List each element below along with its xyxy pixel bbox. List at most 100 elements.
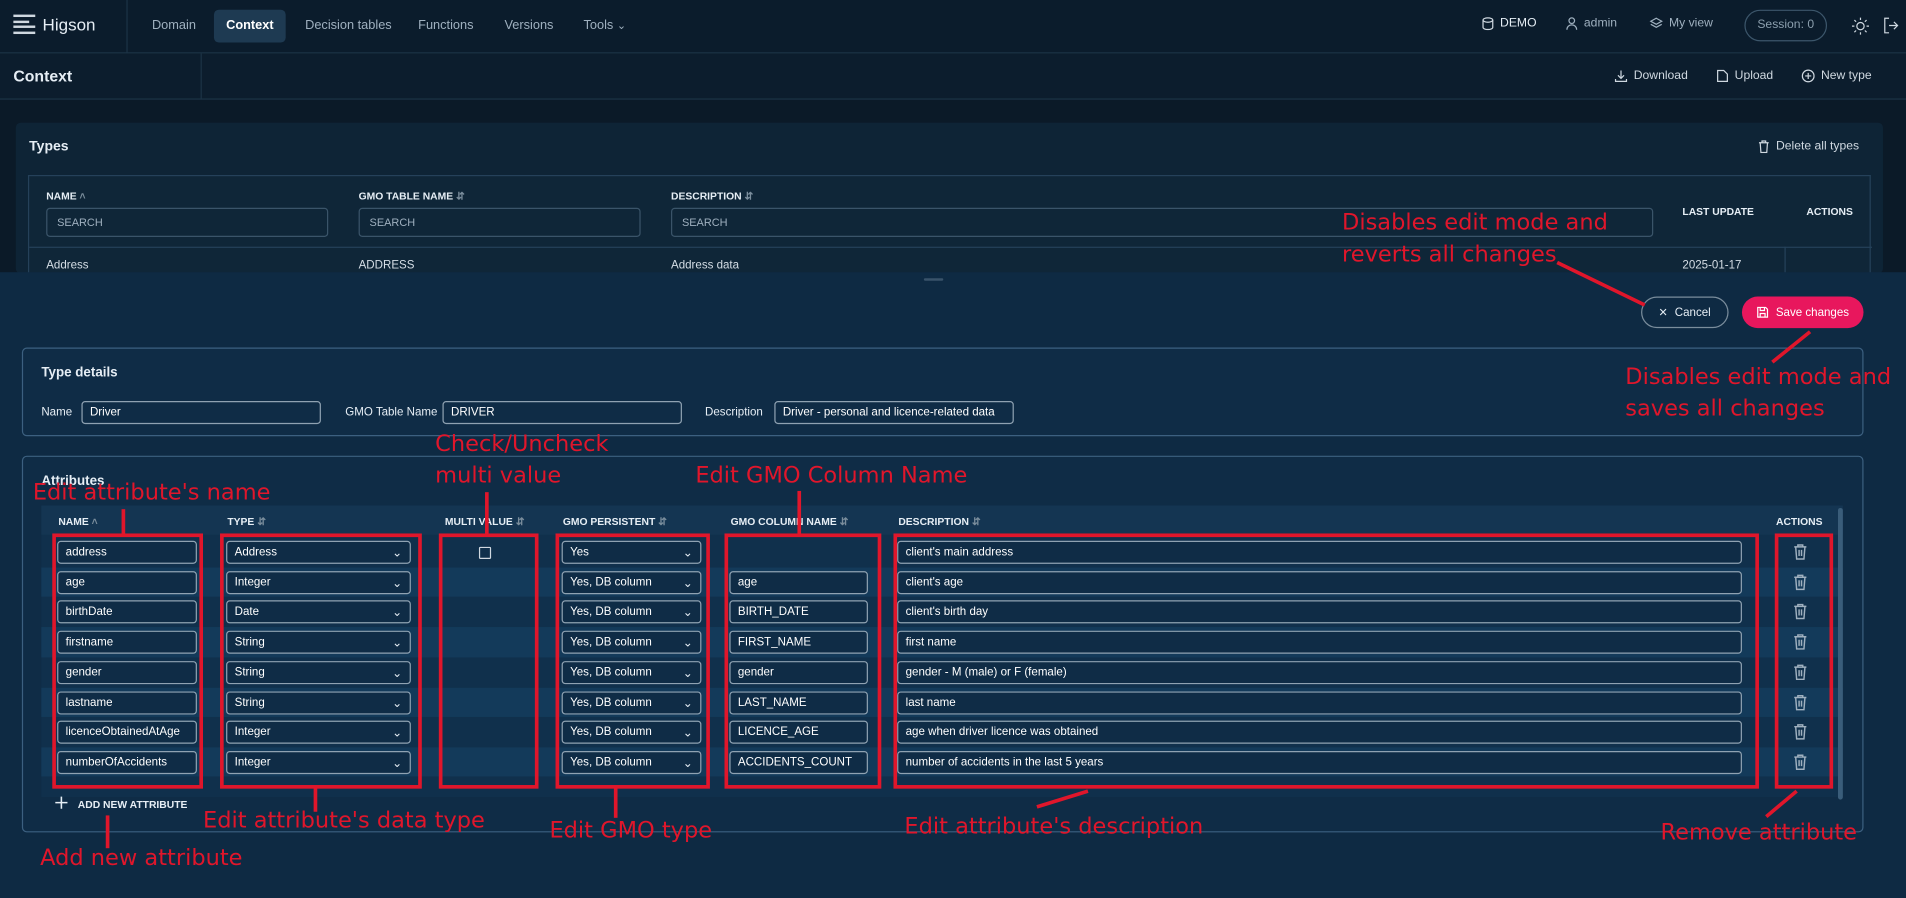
search-name-input[interactable]: SEARCH <box>46 207 329 237</box>
upload-file-icon <box>1717 69 1728 83</box>
attr-col-description-label: DESCRIPTION <box>898 515 969 528</box>
attr-col-multi-label: MULTI VALUE <box>444 515 513 528</box>
add-new-attribute-label: ADD NEW ATTRIBUTE <box>77 798 188 811</box>
annotation-cancel: Disables edit mode and reverts all change… <box>1342 210 1608 268</box>
nav-decision-tables[interactable]: Decision tables <box>293 10 404 43</box>
annotation-box-persistent <box>555 533 710 789</box>
new-type-label: New type <box>1820 69 1872 83</box>
annotation-multi: Check/Uncheck multi value <box>435 431 609 489</box>
attr-col-type[interactable]: TYPE ⇵ <box>227 515 266 528</box>
annotation-type: Edit attribute's data type <box>203 808 485 834</box>
type-row-description: Address data <box>671 258 740 273</box>
nav-tools[interactable]: Tools ⌄ <box>571 10 638 43</box>
logo-icon <box>13 14 36 34</box>
types-title: Types <box>29 139 69 155</box>
delete-all-types-button[interactable]: Delete all types <box>1758 139 1860 154</box>
col-name-label: NAME <box>46 189 77 202</box>
type-name-input[interactable]: Driver <box>81 401 321 425</box>
save-label: Save changes <box>1775 305 1850 319</box>
attributes-header: NAME ˄ TYPE ⇵ MULTI VALUE ⇵ GMO PERSISTE… <box>41 505 1843 535</box>
annotation-box-type <box>220 533 422 789</box>
context-toolbar: Context Download Upload New type <box>0 53 1906 100</box>
download-button[interactable]: Download <box>1614 69 1688 83</box>
col-gmo-label: GMO TABLE NAME <box>358 189 454 202</box>
attr-col-persistent-label: GMO PERSISTENT <box>562 515 656 528</box>
sun-icon[interactable] <box>1851 17 1869 35</box>
annotation-box-column <box>724 533 882 789</box>
nav-domain[interactable]: Domain <box>140 10 208 43</box>
my-view-button[interactable]: My view <box>1649 17 1713 31</box>
layers-icon <box>1649 17 1663 29</box>
attr-col-column-label: GMO COLUMN NAME <box>730 515 837 528</box>
annotation-name: Edit attribute's name <box>32 480 271 506</box>
annotation-description: Edit attribute's description <box>904 814 1204 840</box>
annotation-add: Add new attribute <box>40 845 243 872</box>
col-description-header[interactable]: DESCRIPTION ⇵ <box>671 190 753 203</box>
col-description-label: DESCRIPTION <box>671 189 742 202</box>
nav-versions[interactable]: Versions <box>492 10 565 43</box>
attr-col-actions: ACTIONS <box>1775 515 1823 528</box>
col-actions-header: ACTIONS <box>1806 205 1853 218</box>
trash-icon <box>1758 140 1769 154</box>
type-row-last-update: 2025-01-17 <box>1682 258 1742 273</box>
session-button[interactable]: Session: 0 <box>1744 9 1828 42</box>
type-description-input[interactable]: Driver - personal and licence-related da… <box>774 401 1014 425</box>
type-row-gmo: ADDRESS <box>358 258 415 273</box>
annotation-box-multi <box>438 533 539 789</box>
col-last-update-header: LAST UPDATE <box>1682 205 1754 218</box>
environment-selector[interactable]: DEMO <box>1482 17 1537 30</box>
brand-name: Higson <box>42 14 96 35</box>
chevron-down-icon: ⌄ <box>616 19 627 32</box>
col-name-header[interactable]: NAME ˄ <box>46 190 85 202</box>
delete-all-label: Delete all types <box>1775 139 1860 154</box>
attr-col-name-label: NAME <box>58 515 89 528</box>
annotation-remove: Remove attribute <box>1660 820 1858 846</box>
user-menu[interactable]: admin <box>1566 17 1617 30</box>
attr-col-name[interactable]: NAME ˄ <box>58 515 97 527</box>
attr-col-column[interactable]: GMO COLUMN NAME ⇵ <box>731 515 849 528</box>
nav-functions[interactable]: Functions <box>406 10 486 43</box>
cancel-label: Cancel <box>1674 305 1711 319</box>
attr-col-description[interactable]: DESCRIPTION ⇵ <box>898 515 980 528</box>
type-details-title: Type details <box>41 365 118 381</box>
nav-tools-label: Tools <box>583 18 614 33</box>
page-title: Context <box>13 66 73 86</box>
attr-col-persistent[interactable]: GMO PERSISTENT ⇵ <box>563 515 667 528</box>
type-row-name[interactable]: Address <box>46 259 88 272</box>
name-label: Name <box>41 405 73 420</box>
annotation-gmo-type: Edit GMO type <box>549 817 713 844</box>
description-label: Description <box>705 405 763 420</box>
annotation-box-actions <box>1774 533 1834 789</box>
search-gmo-input[interactable]: SEARCH <box>358 207 641 237</box>
upload-label: Upload <box>1734 69 1774 83</box>
gmo-table-name-input[interactable]: DRIVER <box>442 401 682 425</box>
user-name: admin <box>1583 17 1618 31</box>
annotation-box-description <box>893 533 1759 789</box>
save-changes-button[interactable]: Save changes <box>1741 296 1864 329</box>
logo[interactable]: Higson <box>13 14 96 35</box>
download-label: Download <box>1633 69 1688 83</box>
new-type-button[interactable]: New type <box>1801 69 1872 83</box>
upload-button[interactable]: Upload <box>1716 69 1774 83</box>
cancel-button[interactable]: × Cancel <box>1641 296 1729 329</box>
user-icon <box>1566 17 1578 30</box>
annotation-box-name <box>52 533 204 789</box>
annotation-column: Edit GMO Column Name <box>695 462 968 489</box>
environment-label: DEMO <box>1500 17 1537 31</box>
nav-context[interactable]: Context <box>213 9 286 43</box>
save-icon <box>1757 306 1768 318</box>
logout-icon[interactable] <box>1883 17 1900 34</box>
annotation-save: Disables edit mode and saves all changes <box>1625 364 1892 422</box>
top-navigation: Higson Domain Context Decision tables Fu… <box>0 0 1906 54</box>
attr-col-type-label: TYPE <box>227 515 255 528</box>
plus-icon <box>55 796 68 809</box>
resize-handle[interactable] <box>923 278 944 281</box>
attributes-scrollbar[interactable] <box>1837 507 1843 800</box>
close-icon: × <box>1658 303 1668 321</box>
type-details-panel: Type details Name Driver GMO Table Name … <box>21 347 1864 437</box>
my-view-label: My view <box>1669 17 1713 31</box>
gmo-table-name-label: GMO Table Name <box>345 405 438 420</box>
download-icon <box>1614 70 1628 83</box>
col-gmo-header[interactable]: GMO TABLE NAME ⇵ <box>359 190 465 203</box>
plus-circle-icon <box>1801 69 1815 83</box>
